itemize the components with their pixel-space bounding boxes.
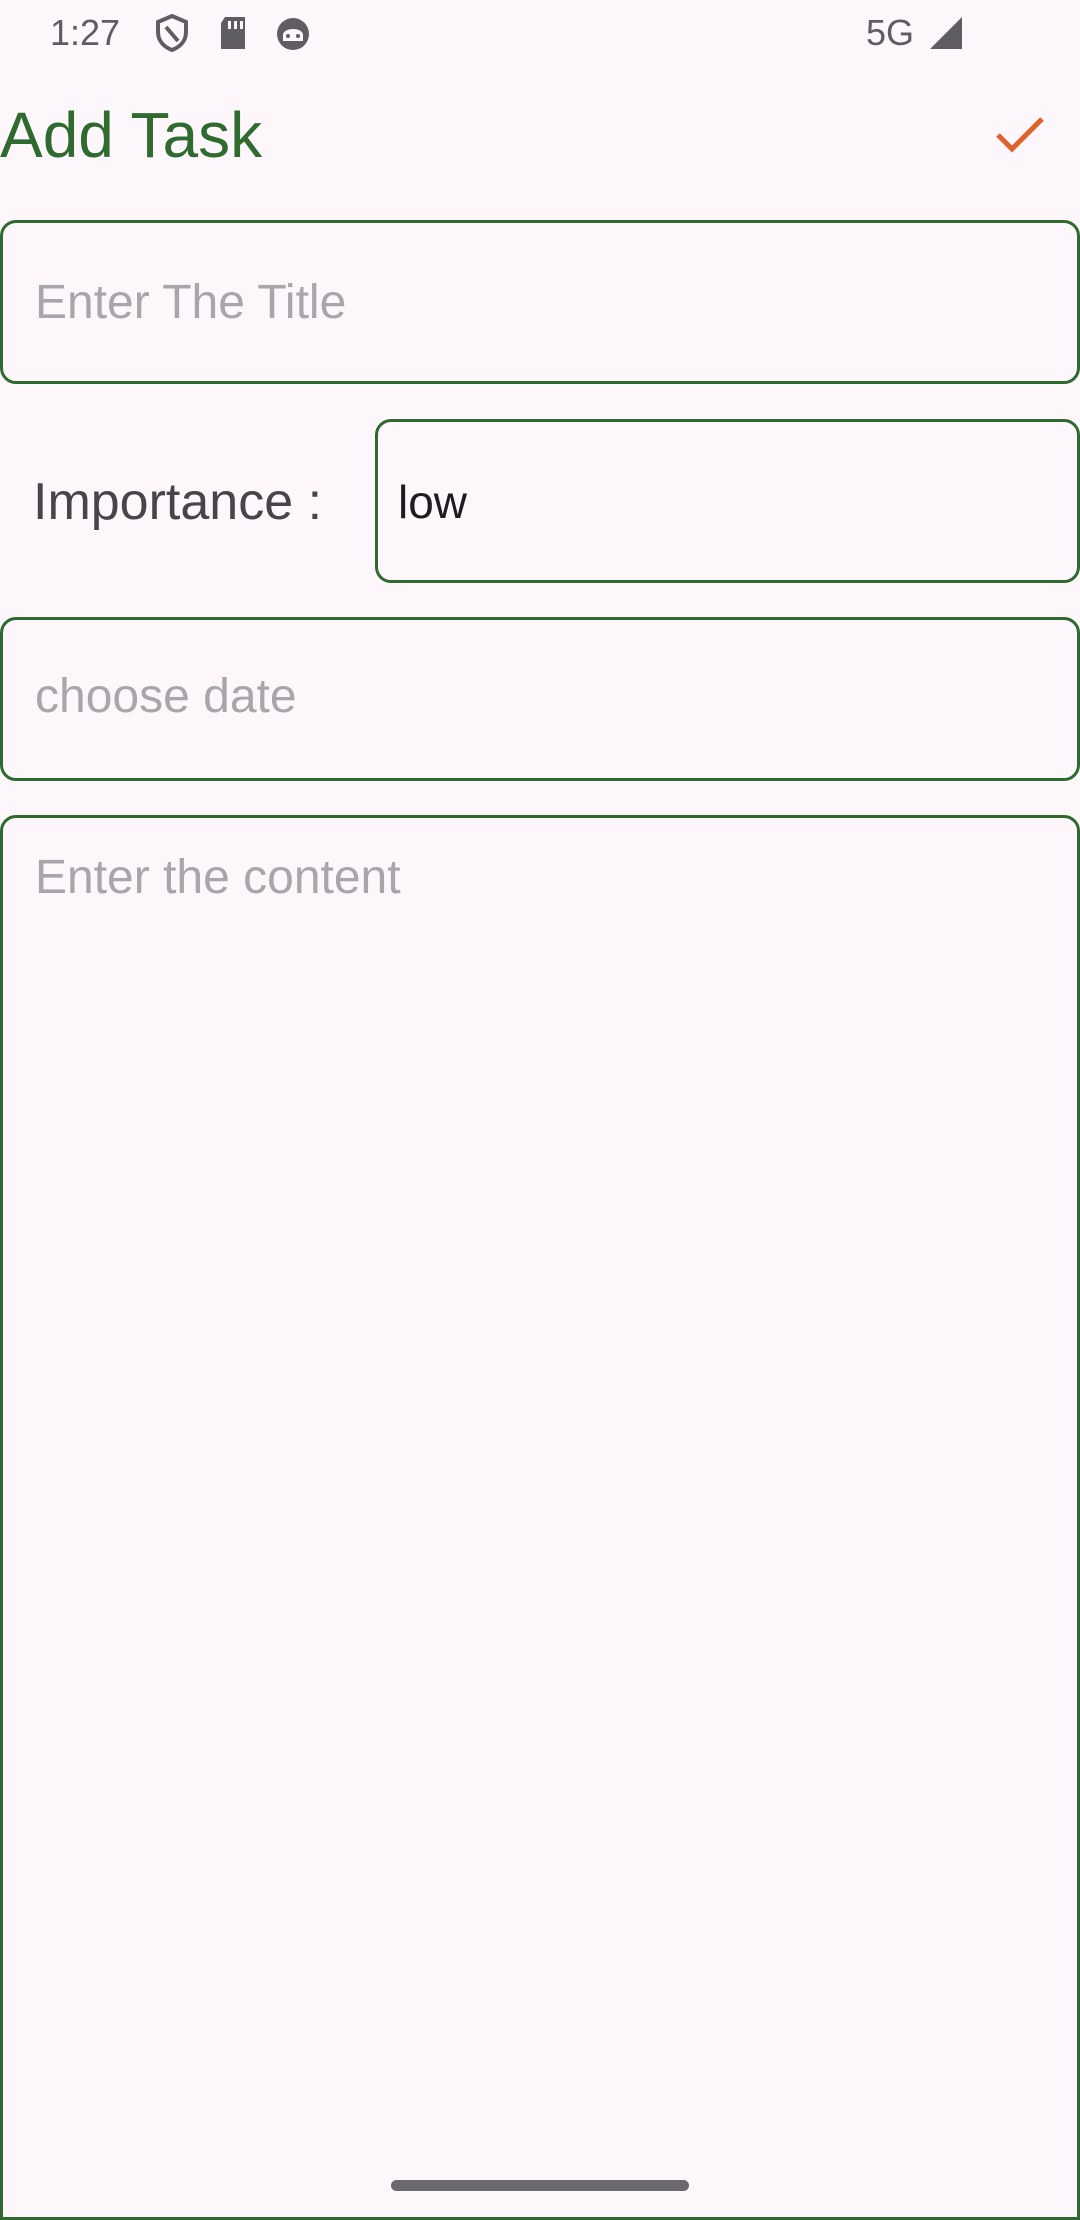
- importance-input[interactable]: low: [375, 419, 1080, 583]
- shield-icon: [152, 13, 192, 53]
- importance-label: Importance :: [33, 473, 323, 531]
- page-title: Add Task: [0, 99, 263, 171]
- title-input[interactable]: Enter The Title: [0, 220, 1080, 384]
- signal-icon: [926, 13, 966, 53]
- status-bar: 1:27 5G: [0, 0, 1080, 66]
- importance-value: low: [398, 476, 468, 528]
- network-type: 5G: [866, 12, 915, 53]
- status-time: 1:27: [50, 12, 121, 53]
- content-placeholder: Enter the content: [35, 851, 401, 904]
- home-indicator[interactable]: [391, 2180, 689, 2191]
- checkmark-icon: [996, 117, 1044, 153]
- android-debug-icon: [273, 13, 313, 53]
- sd-card-icon: [213, 13, 253, 53]
- date-placeholder: choose date: [35, 670, 297, 723]
- title-placeholder: Enter The Title: [35, 276, 347, 329]
- content-input[interactable]: Enter the content: [0, 815, 1080, 2220]
- app-bar: Add Task: [0, 80, 1080, 190]
- date-input[interactable]: choose date: [0, 617, 1080, 781]
- confirm-button[interactable]: [980, 95, 1060, 175]
